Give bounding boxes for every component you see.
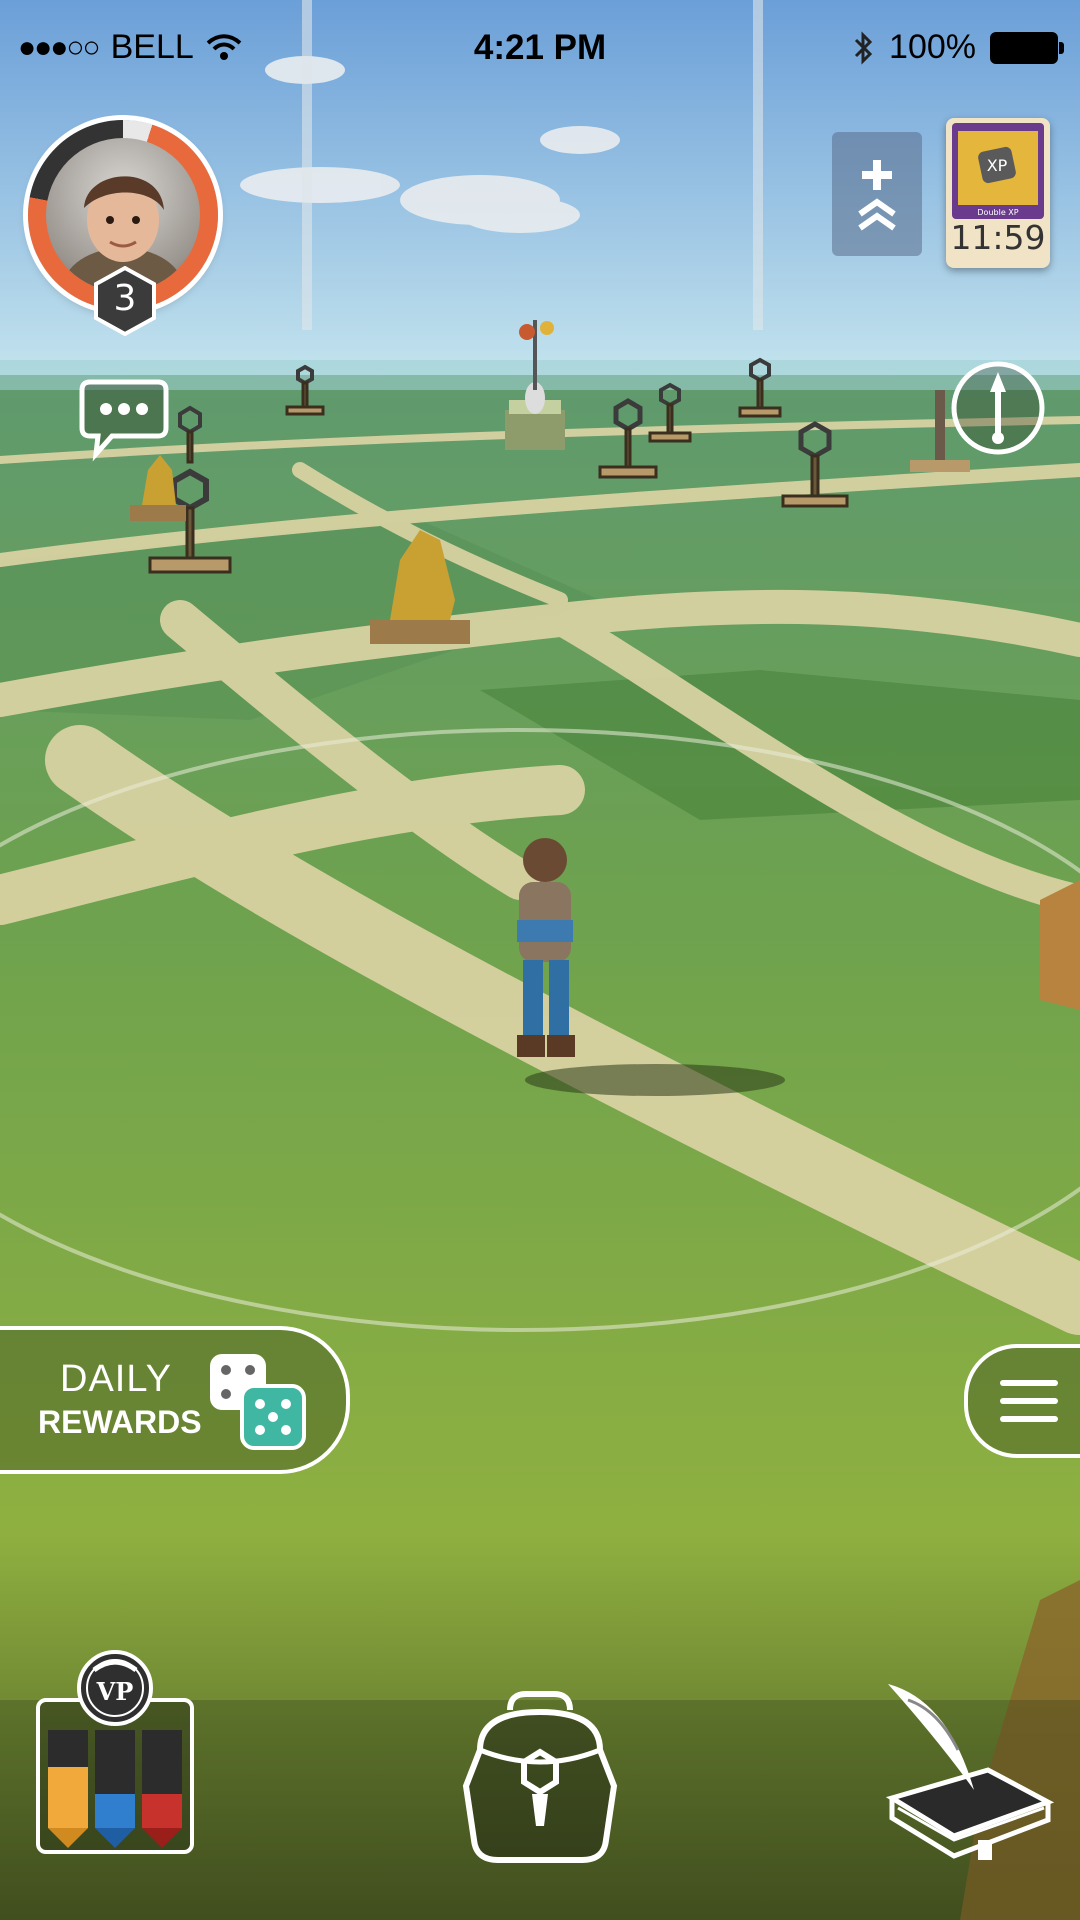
active-boost-card[interactable]: XP Double XP 11:59 xyxy=(946,118,1050,268)
vp-bar-fill-3 xyxy=(142,1794,182,1828)
card-title: Double XP xyxy=(977,208,1018,217)
chat-button[interactable] xyxy=(78,378,170,462)
boost-button[interactable] xyxy=(832,132,922,256)
backpack-icon xyxy=(462,1691,618,1863)
plus-chevrons-icon xyxy=(858,160,896,231)
double-xp-card-icon: XP Double XP xyxy=(952,123,1044,219)
chat-bubble-icon xyxy=(79,379,169,462)
daily-rewards-button[interactable]: DAILY REWARDS xyxy=(0,1326,350,1474)
player-level: 3 xyxy=(113,278,137,319)
backpack-button[interactable] xyxy=(456,1690,624,1864)
battery-icon xyxy=(990,31,1064,64)
player-avatar-button[interactable]: 3 xyxy=(28,120,220,340)
vp-bars xyxy=(48,1730,182,1848)
main-menu-button[interactable] xyxy=(964,1344,1080,1458)
journal-button[interactable] xyxy=(878,1680,1056,1860)
dice-icon xyxy=(210,1354,306,1450)
compass-icon xyxy=(951,361,1045,455)
daily-rewards-line2: REWARDS xyxy=(38,1404,202,1440)
daily-rewards-line1: DAILY xyxy=(60,1358,173,1400)
status-bar: ●●●○○ BELL 4:21 PM 100% xyxy=(0,0,1080,98)
vp-bar-fill-1 xyxy=(48,1767,88,1828)
svg-text:XP: XP xyxy=(987,156,1008,175)
quill-book-icon xyxy=(885,1684,1055,1860)
battery-percent: 100% xyxy=(889,28,976,66)
bluetooth-icon xyxy=(854,30,873,65)
vp-bar-fill-2 xyxy=(95,1794,135,1828)
boost-timer: 11:59 xyxy=(950,218,1046,257)
vp-meter-button[interactable]: VP xyxy=(34,1648,196,1856)
vp-badge-label: VP xyxy=(96,1677,134,1706)
compass-button[interactable] xyxy=(948,358,1048,458)
